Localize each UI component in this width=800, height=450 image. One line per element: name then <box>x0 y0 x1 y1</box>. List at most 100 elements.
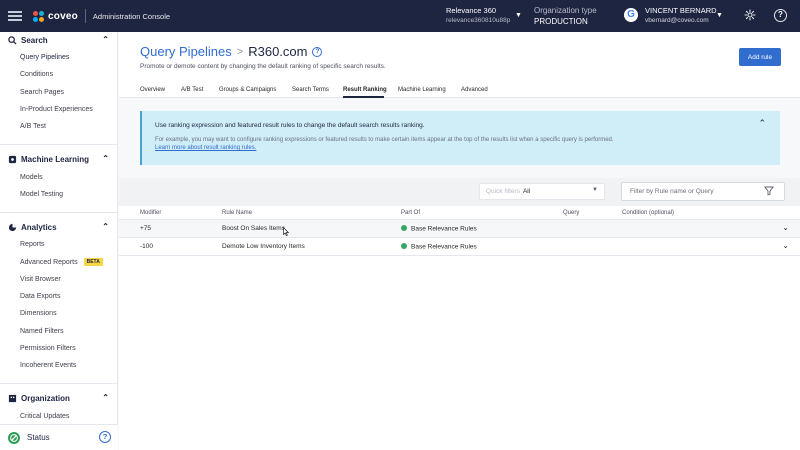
sidebar-item-named-filters[interactable]: Named Filters <box>0 323 118 340</box>
status-icon <box>8 431 20 444</box>
org-type-label: Organization type <box>534 6 597 15</box>
sidebar: Search ⌃ Query Pipelines Conditions Sear… <box>0 32 118 450</box>
tab-machine-learning[interactable]: Machine Learning <box>398 87 446 93</box>
sidebar-group-label: Search <box>21 36 48 45</box>
filter-funnel-icon[interactable] <box>764 186 774 196</box>
collapse-chevron-icon[interactable]: ⌃ <box>758 118 766 129</box>
tab-advanced[interactable]: Advanced <box>461 87 488 93</box>
logo-text: coveo <box>48 10 78 22</box>
sidebar-divider <box>0 374 118 385</box>
sidebar-item-data-exports[interactable]: Data Exports <box>0 288 118 305</box>
topbar-divider <box>84 9 86 23</box>
organization-icon <box>8 394 17 403</box>
breadcrumb-separator: > <box>236 45 244 58</box>
chevron-up-icon: ⌃ <box>102 35 109 44</box>
user-email: vbernard@coveo.com <box>645 17 709 24</box>
sidebar-group-label: Organization <box>21 394 70 404</box>
org-switcher[interactable]: Relevance 360 relevance360810u88p <box>446 6 510 26</box>
help-icon[interactable]: ? <box>312 46 323 57</box>
status-label: Status <box>27 433 50 442</box>
sidebar-group-machine-learning[interactable]: Machine Learning ⌃ <box>0 151 118 168</box>
quick-filters-label: Quick filters <box>486 188 520 195</box>
part-of-label: Base Relevance Rules <box>411 243 477 251</box>
search-icon <box>8 36 17 45</box>
sidebar-item-permission-filters[interactable]: Permission Filters <box>0 340 118 357</box>
column-header-condition[interactable]: Condition (optional) <box>622 210 674 216</box>
sidebar-item-in-product-experiences[interactable]: In-Product Experiences <box>0 101 118 118</box>
cell-rule-name: Boost On Sales Items <box>222 225 285 232</box>
user-name: VINCENT BERNARD <box>645 6 717 15</box>
sidebar-item-advanced-reports[interactable]: Advanced Reports BETA <box>0 253 118 270</box>
cell-rule-name: Demote Low Inventory Items <box>222 243 305 250</box>
org-id: relevance360810u88p <box>446 17 511 24</box>
sidebar-item-critical-updates[interactable]: Critical Updates <box>0 407 118 424</box>
sidebar-scroll[interactable]: Search ⌃ Query Pipelines Conditions Sear… <box>0 32 118 424</box>
gear-icon[interactable] <box>744 9 756 21</box>
table-row[interactable]: +75 Boost On Sales Items Base Relevance … <box>119 220 800 238</box>
hamburger-icon[interactable] <box>8 11 22 21</box>
rules-table: Modifier Rule Name Part Of Query Conditi… <box>119 206 800 256</box>
column-header-modifier[interactable]: Modifier <box>140 210 161 216</box>
tab-search-terms[interactable]: Search Terms <box>292 87 329 93</box>
cell-part-of: Base Relevance Rules <box>401 243 477 251</box>
google-avatar[interactable]: G <box>624 8 638 22</box>
chevron-down-icon[interactable]: ▼ <box>515 12 522 19</box>
sidebar-item-model-testing[interactable]: Model Testing <box>0 186 118 203</box>
column-header-part-of[interactable]: Part Of <box>401 210 420 216</box>
column-header-rule-name[interactable]: Rule Name <box>222 210 252 216</box>
tab-ab-test[interactable]: A/B Test <box>181 87 203 93</box>
sidebar-item-ab-test[interactable]: A/B Test <box>0 118 118 135</box>
quick-filters-select[interactable]: Quick filters All ▼ <box>479 183 605 200</box>
chevron-up-icon: ⌃ <box>102 222 109 232</box>
tab-result-ranking[interactable]: Result Ranking <box>343 87 387 93</box>
info-banner: Use ranking expression and featured resu… <box>140 111 780 165</box>
chevron-down-icon[interactable]: ▼ <box>716 12 723 19</box>
sidebar-divider <box>0 203 118 214</box>
user-menu[interactable]: VINCENT BERNARD vbernard@coveo.com <box>645 6 717 26</box>
org-type-value: PRODUCTION <box>534 17 588 26</box>
sidebar-item-dimensions[interactable]: Dimensions <box>0 305 118 322</box>
chevron-up-icon: ⌃ <box>102 154 109 164</box>
sidebar-item-visit-browser[interactable]: Visit Browser <box>0 271 118 288</box>
status-dot <box>401 225 407 231</box>
sidebar-item-query-pipelines[interactable]: Query Pipelines <box>0 49 118 66</box>
sidebar-item-search-pages[interactable]: Search Pages <box>0 84 118 101</box>
coveo-logo[interactable]: coveo <box>33 10 78 22</box>
sidebar-divider <box>0 135 118 146</box>
status-dot <box>401 243 407 249</box>
sidebar-group-label: Analytics <box>21 223 57 233</box>
add-rule-button[interactable]: Add rule <box>739 48 781 66</box>
breadcrumb-query-pipelines[interactable]: Query Pipelines <box>140 44 232 59</box>
mouse-cursor-icon <box>283 227 289 236</box>
sidebar-item-models[interactable]: Models <box>0 168 118 185</box>
machine-learning-icon <box>8 155 17 164</box>
quick-filters-value: All <box>522 188 531 195</box>
part-of-label: Base Relevance Rules <box>411 225 477 233</box>
sidebar-group-organization[interactable]: Organization ⌃ <box>0 390 118 407</box>
tab-groups-campaigns[interactable]: Groups & Campaigns <box>219 87 276 93</box>
sidebar-item-reports[interactable]: Reports <box>0 236 118 253</box>
help-icon[interactable]: ? <box>774 9 787 22</box>
sidebar-group-analytics[interactable]: Analytics ⌃ <box>0 219 118 236</box>
expand-chevron-icon[interactable]: ⌄ <box>782 241 789 250</box>
table-header: Modifier Rule Name Part Of Query Conditi… <box>119 206 800 220</box>
expand-chevron-icon[interactable]: ⌄ <box>782 223 789 232</box>
sidebar-item-incoherent-events[interactable]: Incoherent Events <box>0 357 118 374</box>
table-empty-area <box>119 256 800 450</box>
page-subtitle: Promote or demote content by changing th… <box>140 63 386 70</box>
sidebar-item-conditions[interactable]: Conditions <box>0 66 118 83</box>
column-header-query[interactable]: Query <box>563 210 579 216</box>
coveo-logo-mark <box>33 10 44 22</box>
org-name: Relevance 360 <box>446 6 497 15</box>
info-example-text: For example, you may want to configure r… <box>155 137 614 143</box>
status-bar[interactable]: Status ? <box>0 424 118 450</box>
sidebar-group-label: Machine Learning <box>21 155 90 165</box>
help-icon[interactable]: ? <box>99 431 111 443</box>
learn-more-link[interactable]: Learn more about result ranking rules. <box>155 145 256 151</box>
table-row[interactable]: -100 Demote Low Inventory Items Base Rel… <box>119 238 800 256</box>
sidebar-group-search[interactable]: Search ⌃ <box>0 32 118 49</box>
sidebar-item-label: Advanced Reports <box>20 258 78 266</box>
beta-badge: BETA <box>83 258 103 267</box>
filter-search-input[interactable] <box>621 182 785 201</box>
tab-overview[interactable]: Overview <box>140 87 165 93</box>
